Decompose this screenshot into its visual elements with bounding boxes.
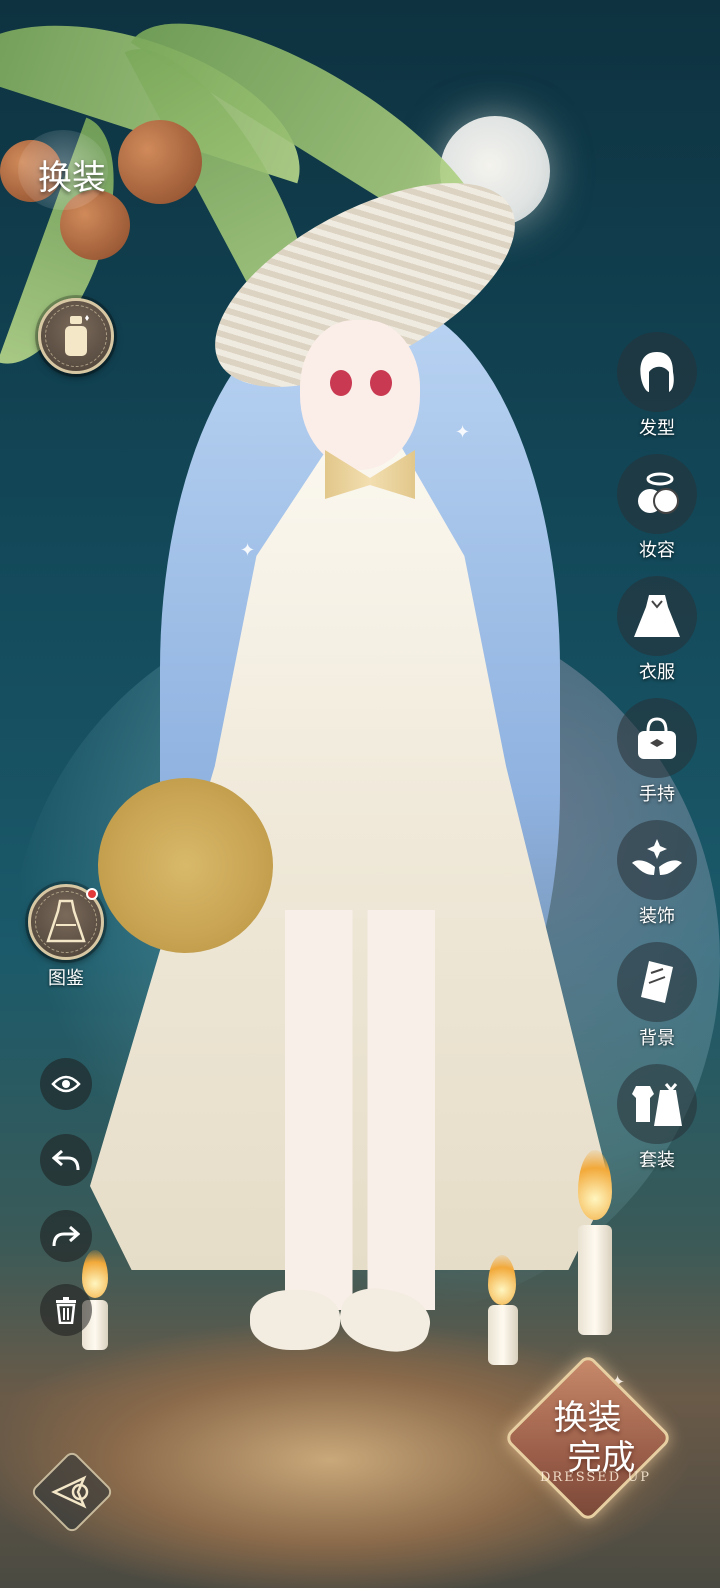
menu-label: 发型: [639, 418, 675, 439]
page-title: 换装: [38, 158, 106, 198]
menu-handheld[interactable]: 手持: [615, 698, 699, 808]
slipper: [250, 1290, 340, 1350]
makeup-icon: [638, 472, 679, 514]
codex-label: 图鉴: [48, 968, 84, 989]
codex-button[interactable]: 图鉴: [26, 884, 106, 990]
menu-label: 妆容: [639, 540, 675, 561]
menu-circle: [617, 942, 697, 1022]
menu-circle: [617, 332, 697, 412]
dress-icon: [634, 595, 680, 637]
menu-label: 背景: [639, 1028, 675, 1049]
hairstyle-icon: [640, 352, 674, 392]
menu-circle: [617, 576, 697, 656]
eye: [370, 370, 392, 396]
done-label: 换装 完成: [540, 1398, 636, 1478]
menu-background[interactable]: 背景: [615, 942, 699, 1052]
sparkle: ✦: [240, 540, 256, 561]
wings-icon: [632, 839, 682, 875]
redo-button[interactable]: [40, 1210, 92, 1262]
cosmetics-button[interactable]: [38, 298, 114, 374]
eye-icon: [51, 1075, 81, 1093]
menu-label: 手持: [639, 784, 675, 805]
menu-circle: [617, 820, 697, 900]
undo-icon: [52, 1149, 80, 1171]
bottle-icon: [65, 315, 89, 356]
handbag-icon: [638, 717, 676, 759]
menu-outfit-set[interactable]: 套装: [615, 1064, 699, 1174]
coconut: [118, 120, 202, 204]
outfit-set-icon: [632, 1083, 682, 1126]
background-icon: [641, 961, 673, 1003]
character-legs: [285, 910, 435, 1310]
eye: [330, 370, 352, 396]
menu-label: 装饰: [639, 906, 675, 927]
menu-label: 衣服: [639, 662, 675, 683]
undo-button[interactable]: [40, 1134, 92, 1186]
back-arrow-icon: [51, 1475, 89, 1509]
done-subtitle: DRESSED UP: [540, 1470, 652, 1485]
trash-icon: [56, 1297, 76, 1324]
dress-outline-icon: [46, 899, 86, 943]
menu-label: 套装: [639, 1150, 675, 1171]
menu-clothes[interactable]: 衣服: [615, 576, 699, 686]
redo-icon: [52, 1225, 80, 1247]
notification-badge: [86, 888, 98, 900]
eye-toggle-button[interactable]: [40, 1058, 92, 1110]
menu-circle: [617, 698, 697, 778]
candle: [578, 1225, 612, 1335]
menu-hairstyle[interactable]: 发型: [615, 332, 699, 442]
dress-up-complete-button[interactable]: 换装 完成 DRESSED UP: [500, 1350, 675, 1525]
delete-button[interactable]: [40, 1284, 92, 1336]
menu-accessory[interactable]: 装饰: [615, 820, 699, 930]
sparkle: ✦: [455, 422, 471, 443]
menu-circle: [617, 454, 697, 534]
menu-circle: [617, 1064, 697, 1144]
character-face: [300, 320, 420, 470]
back-button[interactable]: [29, 1449, 115, 1535]
done-line1: 换装: [553, 1397, 622, 1438]
menu-makeup[interactable]: 妆容: [615, 454, 699, 564]
